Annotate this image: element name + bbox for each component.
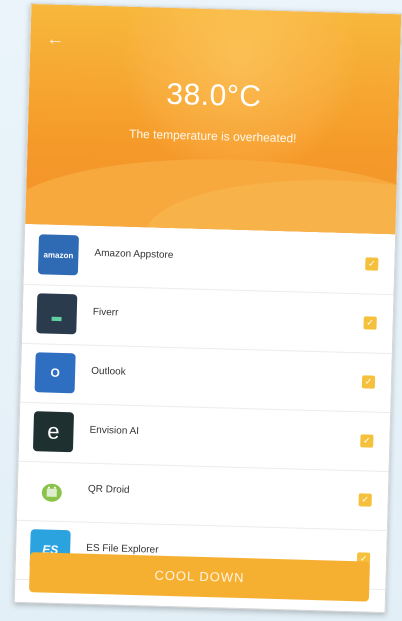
cool-down-button[interactable]: COOL DOWN — [28, 552, 370, 602]
amazon-icon: amazon — [37, 234, 79, 276]
list-item[interactable]: QR Droid ✓ — [16, 461, 389, 532]
list-item[interactable]: amazon Amazon Appstore ✓ — [23, 225, 396, 296]
fiverr-icon: ▂ — [36, 293, 78, 335]
app-name: Fiverr — [92, 306, 119, 319]
list-item[interactable]: e Envision AI ✓ — [18, 402, 391, 473]
app-list: amazon Amazon Appstore ✓ ▂ Fiverr ✓ O Ou… — [15, 225, 396, 591]
checkbox[interactable]: ✓ — [358, 493, 372, 507]
envision-icon: e — [32, 411, 75, 453]
checkbox[interactable]: ✓ — [360, 434, 374, 448]
app-name: Envision AI — [89, 424, 140, 438]
header: ← 38.0°C The temperature is overheated! — [25, 3, 402, 235]
outlook-icon: O — [34, 352, 76, 394]
list-item[interactable]: O Outlook ✓ — [20, 343, 392, 414]
app-name: Amazon Appstore — [94, 247, 174, 262]
qr-droid-icon — [31, 470, 73, 512]
checkbox[interactable]: ✓ — [363, 316, 377, 330]
checkbox[interactable]: ✓ — [361, 375, 376, 389]
back-arrow-icon[interactable]: ← — [46, 26, 71, 51]
phone-screen: ← 38.0°C The temperature is overheated! … — [13, 2, 402, 614]
app-name: QR Droid — [87, 483, 130, 496]
app-name: Outlook — [91, 365, 126, 378]
list-item[interactable]: ▂ Fiverr ✓ — [21, 284, 394, 355]
checkbox[interactable]: ✓ — [365, 257, 379, 271]
